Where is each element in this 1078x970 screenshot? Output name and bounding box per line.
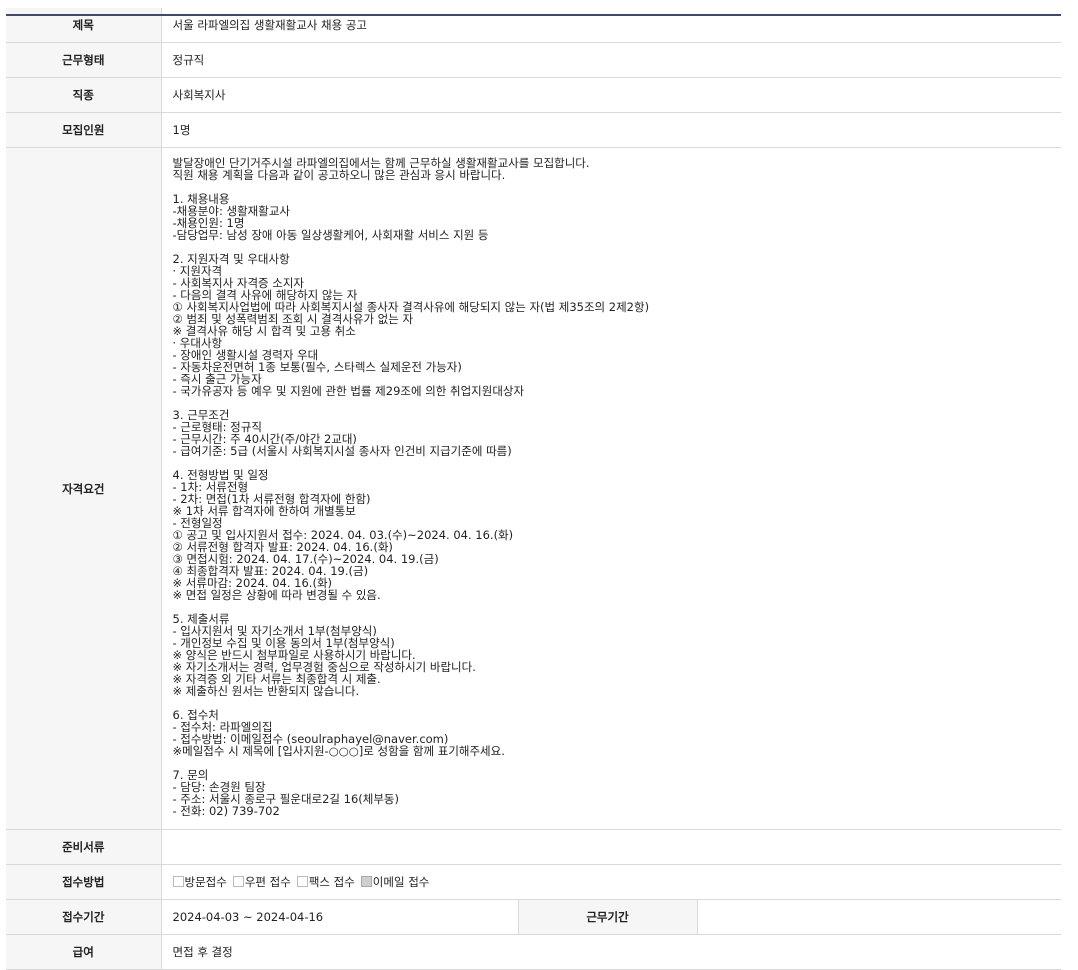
qualification-line (173, 697, 1062, 709)
qualification-line: 6. 접수처 (172, 708, 219, 722)
qualification-line: ※ 제출하신 원서는 반환되지 않습니다. (172, 684, 360, 698)
qualification-line (173, 181, 1062, 193)
qualification-line (173, 241, 1062, 253)
qualifications-body: 발달장애인 단기거주시설 라파엘의집에서는 함께 근무하실 생활재활교사를 모집… (161, 147, 1062, 830)
row-apply-period: 접수기간 2024-04-03 ~ 2024-04-16 근무기간 (6, 899, 1062, 935)
apply-period-label: 접수기간 (6, 899, 162, 935)
salary-label: 급여 (6, 934, 162, 970)
row-qualifications: 자격요건 발달장애인 단기거주시설 라파엘의집에서는 함께 근무하실 생활재활교… (6, 147, 1062, 830)
employment-type-value: 정규직 (161, 42, 1062, 78)
row-documents: 준비서류 (6, 829, 1062, 865)
row-apply-method: 접수방법 방문접수 우편 접수 팩스 접수 이메일 접수 (6, 864, 1062, 900)
headcount-value: 1명 (161, 112, 1062, 148)
apply-method-option: 우편 접수 (232, 875, 291, 889)
qualification-line: ※메일접수 시 제목에 [입사지원-○○○]로 성함을 함께 표기해주세요. (172, 744, 505, 758)
apply-method-option-label: 이메일 접수 (372, 875, 430, 889)
salary-value: 면접 후 결정 (161, 934, 1062, 970)
qualification-line: - 주소: 서울시 종로구 필운대로2길 16(체부동) (172, 792, 400, 806)
row-employment-type: 근무형태 정규직 (6, 42, 1062, 78)
qualification-line: 1. 채용내용 (172, 192, 230, 206)
qualification-line: 2. 지원자격 및 우대사항 (172, 252, 290, 266)
checkbox-unchecked-icon (172, 876, 184, 887)
work-period-value (697, 899, 1062, 935)
qualifications-label: 자격요건 (6, 147, 162, 830)
qualification-line: ※ 면접 일정은 상황에 따라 변경될 수 있음. (172, 588, 381, 602)
apply-method-option: 방문접수 (172, 875, 227, 889)
qualification-line: - 국가유공자 등 예우 및 지원에 관한 법률 제29조에 의한 취업지원대상… (172, 384, 525, 398)
apply-method-option: 팩스 접수 (296, 875, 355, 889)
qualification-line: -채용분야: 생활재활교사 (172, 204, 290, 218)
job-posting-table: 제목 서울 라파엘의집 생활재활교사 채용 공고 근무형태 정규직 직종 사회복… (6, 8, 1062, 970)
row-headcount: 모집인원 1명 (6, 112, 1062, 148)
qualification-line: - 급여기준: 5급 (서울시 사회복지시설 종사자 인건비 지급기준에 따름) (172, 444, 512, 458)
qualification-line: - 전화: 02) 739-702 (172, 804, 280, 818)
job-type-label: 직종 (6, 77, 162, 113)
apply-method-option-label: 방문접수 (184, 875, 227, 889)
employment-type-label: 근무형태 (6, 42, 162, 78)
qualification-line: 7. 문의 (172, 768, 209, 782)
qualification-line: -담당업무: 남성 장애 아동 일상생활케어, 사회재활 서비스 지원 등 (172, 228, 489, 242)
job-type-value: 사회복지사 (161, 77, 1062, 113)
apply-method-label: 접수방법 (6, 864, 162, 900)
row-salary: 급여 면접 후 결정 (6, 934, 1062, 970)
apply-method-options: 방문접수 우편 접수 팩스 접수 이메일 접수 (161, 864, 1062, 900)
qualification-line (173, 397, 1062, 409)
qualification-line (173, 457, 1062, 469)
qualification-line (173, 601, 1062, 613)
job-posting-detail: 제목 서울 라파엘의집 생활재활교사 채용 공고 근무형태 정규직 직종 사회복… (6, 8, 1062, 970)
qualification-line: 3. 근무조건 (172, 408, 230, 422)
qualification-line: 4. 전형방법 및 일정 (172, 468, 269, 482)
qualification-line (173, 757, 1062, 769)
documents-label: 준비서류 (6, 829, 162, 865)
checkbox-unchecked-icon (232, 876, 244, 887)
apply-period-value: 2024-04-03 ~ 2024-04-16 (161, 899, 518, 935)
apply-method-option-label: 팩스 접수 (308, 875, 355, 889)
checkbox-unchecked-icon (296, 876, 308, 887)
apply-method-option-label: 우편 접수 (244, 875, 291, 889)
checkbox-checked-icon (360, 876, 372, 887)
qualification-line: ※ 결격사유 해당 시 합격 및 고용 취소 (172, 324, 356, 338)
work-period-label: 근무기간 (517, 899, 698, 935)
top-border (6, 14, 1061, 16)
headcount-label: 모집인원 (6, 112, 162, 148)
qualification-line: · 지원자격 (172, 264, 223, 278)
apply-method-option: 이메일 접수 (360, 875, 430, 889)
row-job-type: 직종 사회복지사 (6, 77, 1062, 113)
documents-value (161, 829, 1062, 865)
qualification-line: 직원 채용 계획을 다음과 같이 공고하오니 많은 관심과 응시 바랍니다. (172, 168, 506, 182)
qualification-line: - 자동차운전면허 1종 보통(필수, 스타렉스 실제운전 가능자) (172, 360, 462, 374)
qualification-line: ※ 1차 서류 합격자에 한하여 개별통보 (172, 504, 356, 518)
